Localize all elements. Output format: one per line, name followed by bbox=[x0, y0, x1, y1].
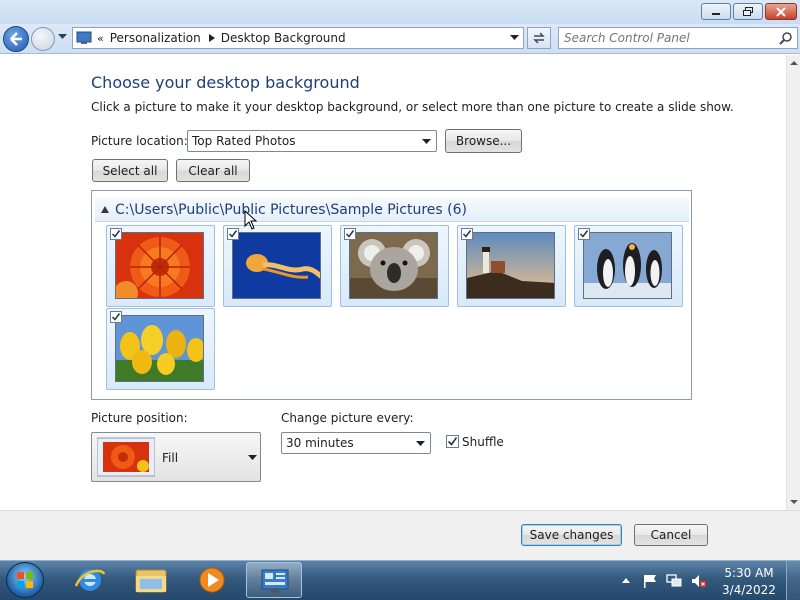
shuffle-checkbox[interactable] bbox=[446, 435, 459, 448]
picture-location-dropdown[interactable]: Top Rated Photos bbox=[187, 130, 437, 152]
penguins-image bbox=[583, 232, 672, 299]
restore-button[interactable] bbox=[733, 3, 763, 20]
thumbnail-tulips[interactable] bbox=[106, 308, 215, 390]
forward-button[interactable] bbox=[31, 27, 55, 51]
picture-location-value: Top Rated Photos bbox=[192, 134, 296, 148]
select-all-button[interactable]: Select all bbox=[92, 159, 168, 182]
navigation-bar: « Personalization Desktop Background bbox=[0, 24, 800, 54]
page-title: Choose your desktop background bbox=[91, 73, 360, 92]
checkmark-icon bbox=[447, 437, 458, 446]
thumbnail-chrysanthemum[interactable] bbox=[106, 225, 215, 307]
thumbnail-checkbox[interactable] bbox=[227, 228, 239, 240]
lighthouse-image bbox=[466, 232, 555, 299]
windows-logo-icon bbox=[17, 572, 33, 588]
thumbnail-checkbox[interactable] bbox=[461, 228, 473, 240]
mouse-cursor-icon bbox=[244, 210, 258, 230]
shuffle-label[interactable]: Shuffle bbox=[462, 435, 504, 449]
clock-date: 3/4/2022 bbox=[722, 583, 776, 597]
overflow-chevron-icon[interactable]: « bbox=[97, 32, 104, 45]
close-icon bbox=[776, 6, 786, 17]
internet-explorer-taskbar-button[interactable] bbox=[62, 562, 118, 598]
recent-pages-dropdown-icon[interactable] bbox=[58, 34, 67, 40]
show-hidden-icons-icon[interactable] bbox=[621, 574, 631, 586]
breadcrumb-separator-icon[interactable] bbox=[208, 34, 215, 42]
browse-button[interactable]: Browse... bbox=[445, 129, 522, 153]
thumbnail-koala[interactable] bbox=[340, 225, 449, 307]
clock-time: 5:30 AM bbox=[724, 566, 774, 580]
internet-explorer-icon bbox=[74, 569, 106, 591]
network-icon[interactable] bbox=[666, 574, 682, 588]
picture-location-label: Picture location: bbox=[91, 134, 188, 148]
thumbnail-checkbox[interactable] bbox=[110, 228, 122, 240]
volume-muted-icon[interactable] bbox=[691, 574, 707, 588]
system-clock[interactable]: 5:30 AM 3/4/2022 bbox=[718, 565, 780, 599]
picture-position-value: Fill bbox=[162, 451, 179, 465]
scroll-up-icon[interactable] bbox=[787, 57, 800, 69]
control-panel-icon bbox=[76, 31, 92, 44]
change-picture-dropdown[interactable]: 30 minutes bbox=[281, 432, 431, 454]
address-bar[interactable]: « Personalization Desktop Background bbox=[72, 27, 524, 49]
save-changes-button[interactable]: Save changes bbox=[521, 524, 622, 546]
chevron-down-icon bbox=[416, 441, 425, 446]
chrysanthemum-image bbox=[115, 232, 204, 299]
breadcrumb-personalization[interactable]: Personalization bbox=[110, 31, 201, 45]
breadcrumb-desktop-background[interactable]: Desktop Background bbox=[221, 31, 346, 45]
tulips-image bbox=[115, 315, 204, 382]
collapse-triangle-icon[interactable] bbox=[101, 206, 109, 213]
control-panel-taskbar-button[interactable] bbox=[246, 562, 302, 598]
action-center-flag-icon[interactable] bbox=[643, 574, 657, 588]
scroll-down-icon[interactable] bbox=[787, 496, 800, 508]
thumbnail-jellyfish[interactable] bbox=[223, 225, 332, 307]
control-panel-icon bbox=[261, 569, 289, 593]
thumbnail-checkbox[interactable] bbox=[344, 228, 356, 240]
page-description: Click a picture to make it your desktop … bbox=[91, 100, 734, 114]
thumbnail-penguins[interactable] bbox=[574, 225, 683, 307]
group-header-path: C:\Users\Public\Public Pictures\Sample P… bbox=[115, 201, 467, 218]
change-picture-value: 30 minutes bbox=[286, 436, 354, 450]
koala-image bbox=[349, 232, 438, 299]
chevron-down-icon bbox=[248, 455, 257, 460]
search-box[interactable] bbox=[558, 27, 798, 49]
refresh-button[interactable] bbox=[527, 27, 551, 49]
search-input[interactable] bbox=[564, 31, 764, 45]
back-button[interactable] bbox=[3, 26, 29, 52]
title-bar bbox=[0, 0, 800, 24]
start-button[interactable] bbox=[6, 562, 44, 598]
thumbnail-lighthouse[interactable] bbox=[457, 225, 566, 307]
media-player-taskbar-button[interactable] bbox=[184, 562, 240, 598]
cancel-button[interactable]: Cancel bbox=[634, 524, 708, 546]
close-button[interactable] bbox=[765, 3, 797, 20]
vertical-scrollbar[interactable] bbox=[786, 55, 800, 510]
show-desktop-button[interactable] bbox=[786, 561, 800, 600]
thumbnail-checkbox[interactable] bbox=[578, 228, 590, 240]
address-dropdown-icon[interactable] bbox=[510, 35, 519, 41]
refresh-icon bbox=[533, 32, 545, 44]
minimize-icon bbox=[712, 12, 720, 15]
search-icon[interactable] bbox=[779, 31, 793, 45]
jellyfish-image bbox=[232, 232, 321, 299]
change-picture-label: Change picture every: bbox=[281, 411, 414, 425]
group-header[interactable]: C:\Users\Public\Public Pictures\Sample P… bbox=[95, 198, 689, 222]
thumbnail-checkbox[interactable] bbox=[110, 311, 122, 323]
minimize-button[interactable] bbox=[701, 3, 731, 20]
restore-icon bbox=[743, 6, 753, 16]
picture-position-dropdown[interactable]: Fill bbox=[91, 432, 261, 482]
chevron-down-icon bbox=[422, 139, 431, 144]
picture-position-label: Picture position: bbox=[91, 411, 188, 425]
back-arrow-icon bbox=[10, 32, 22, 46]
windows-explorer-taskbar-button[interactable] bbox=[123, 562, 179, 598]
windows-explorer-icon bbox=[135, 569, 167, 593]
clear-all-button[interactable]: Clear all bbox=[176, 159, 250, 182]
fill-preview-icon bbox=[97, 437, 155, 477]
media-player-icon bbox=[199, 567, 225, 593]
